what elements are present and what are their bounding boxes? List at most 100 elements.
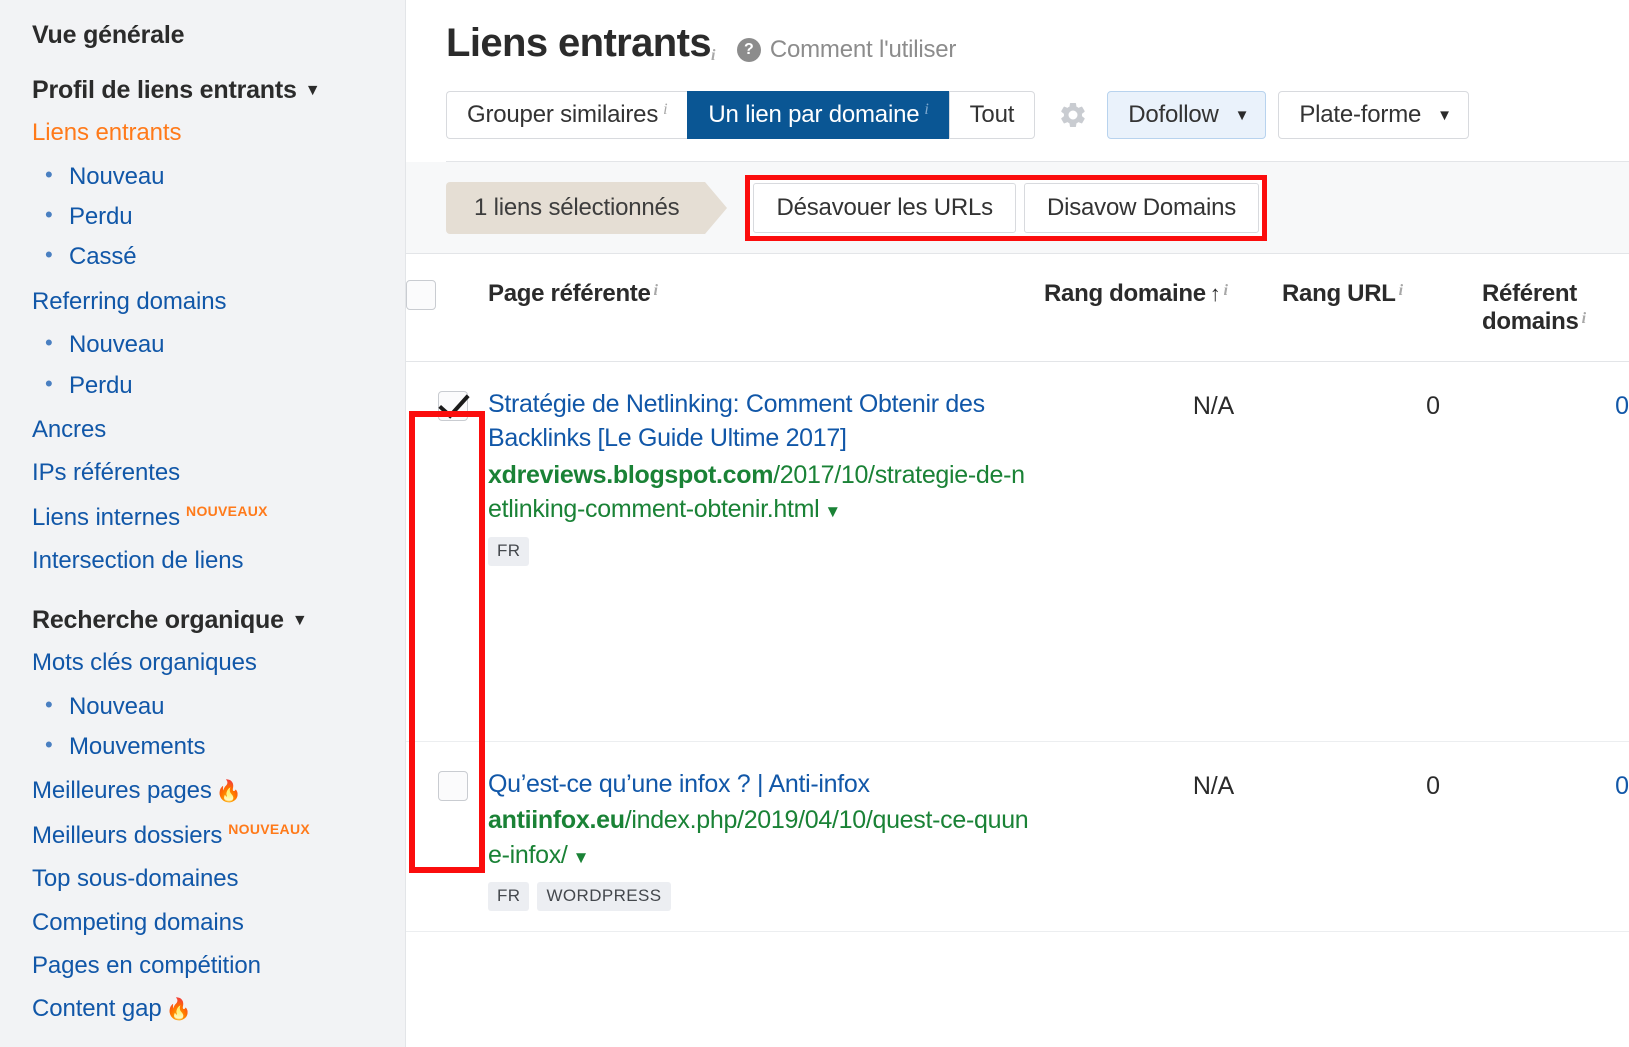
sidebar-item-competing-pages[interactable]: Pages en compétition: [32, 952, 405, 979]
info-icon[interactable]: i: [1223, 282, 1227, 299]
sidebar-badge-new: NOUVEAUX: [186, 502, 268, 519]
sidebar-subitem-label: Perdu: [69, 203, 133, 231]
sidebar-item-content-gap[interactable]: Content gap 🔥: [32, 996, 405, 1022]
referring-page-url[interactable]: xdreviews.blogspot.com/2017/10/strategie…: [488, 458, 1032, 527]
disavow-urls-label: Désavouer les URLs: [776, 193, 993, 221]
col-select-all: [406, 254, 488, 362]
sidebar-item-overview[interactable]: Vue générale: [32, 21, 405, 50]
gear-icon[interactable]: [1057, 99, 1089, 131]
sidebar-item-referring-domains-label: Referring domains: [32, 287, 227, 315]
caret-down-icon: ▼: [291, 611, 308, 629]
sidebar-group-backlink-profile[interactable]: Profil de liens entrants ▼: [32, 76, 405, 105]
info-icon[interactable]: i: [663, 101, 667, 119]
backlinks-table-head: Page référente i Rang domaine ↑ i Rang URL i…: [406, 254, 1629, 362]
sidebar-group-backlink-profile-label: Profil de liens entrants: [32, 75, 297, 104]
row-referring-page-cell: Qu’est-ce qu’une infox ? | Anti-infox an…: [488, 741, 1044, 933]
disavow-domains-button[interactable]: Disavow Domains: [1023, 182, 1260, 233]
row-referring-domains[interactable]: 0: [1482, 741, 1629, 933]
chevron-down-icon: ▼: [1437, 106, 1452, 124]
page-header: Liens entrantsi ? Comment l'utiliser Gro…: [406, 0, 1629, 162]
sidebar-subitem-backlinks-lost[interactable]: Perdu: [45, 203, 405, 231]
sidebar-subitem-label: Perdu: [69, 371, 133, 399]
col-referring-domains-line1: Référent: [1482, 280, 1577, 307]
info-icon[interactable]: i: [654, 282, 658, 299]
tab-group-similar-label: Grouper similaires: [467, 101, 659, 128]
sidebar-item-link-intersect[interactable]: Intersection de liens: [32, 547, 405, 574]
col-referring-page[interactable]: Page référente i: [488, 254, 1044, 362]
disavow-domains-label: Disavow Domains: [1046, 193, 1237, 221]
row-url-rank: 0: [1282, 361, 1482, 742]
selected-count-label: 1 liens sélectionnés: [474, 193, 680, 221]
table-row: Qu’est-ce qu’une infox ? | Anti-infox an…: [406, 741, 1629, 933]
sidebar-group-organic-search[interactable]: Recherche organique ▼: [32, 606, 405, 635]
sidebar-item-backlinks-label: Liens entrants: [32, 119, 182, 147]
sidebar-item-top-pages[interactable]: Meilleures pages 🔥: [32, 778, 405, 804]
how-to-use-link[interactable]: ? Comment l'utiliser: [736, 36, 957, 64]
tab-all[interactable]: Tout: [948, 91, 1036, 139]
chevron-down-icon[interactable]: ▼: [824, 502, 841, 521]
select-all-checkbox[interactable]: [406, 280, 436, 310]
col-referring-page-label: Page référente: [488, 280, 651, 307]
sidebar-item-backlinks[interactable]: Liens entrants: [32, 120, 405, 146]
disavow-urls-button[interactable]: Désavouer les URLs: [753, 182, 1016, 233]
referring-page-title-link[interactable]: Stratégie de Netlinking: Comment Obtenir…: [488, 387, 1032, 456]
sidebar-item-top-subdomains[interactable]: Top sous-domaines: [32, 866, 405, 892]
referring-page-url[interactable]: antiinfox.eu/index.php/2019/04/10/quest-…: [488, 803, 1032, 872]
referring-page-title-link[interactable]: Qu’est-ce qu’une infox ? | Anti-infox: [488, 767, 1032, 802]
toolbar: Grouper similaires i Un lien par domaine i…: [446, 91, 1629, 139]
row-referring-domains[interactable]: 0: [1482, 361, 1629, 742]
sidebar-backlinks-sublist: Nouveau Perdu Cassé: [32, 163, 405, 271]
filter-platform[interactable]: Plate-forme ▼: [1278, 91, 1469, 139]
link-grouping-segmented-control: Grouper similaires i Un lien par domaine i…: [446, 91, 1036, 139]
flame-icon: 🔥: [215, 780, 242, 804]
sidebar-subitem-organic-movements[interactable]: Mouvements: [45, 733, 405, 760]
col-referring-domains[interactable]: Référent domains i: [1482, 254, 1629, 362]
referring-page-domain: antiinfox.eu: [488, 806, 625, 835]
sidebar-subitem-refdomains-new[interactable]: Nouveau: [45, 331, 405, 358]
filter-dofollow[interactable]: Dofollow ▼: [1107, 91, 1267, 139]
page-title: Liens entrantsi: [446, 22, 715, 64]
row-domain-rank: N/A: [1044, 741, 1282, 933]
sidebar-item-competing-domains[interactable]: Competing domains: [32, 909, 405, 936]
chevron-down-icon[interactable]: ▼: [573, 848, 590, 867]
sidebar-item-organic-keywords[interactable]: Mots clés organiques: [32, 650, 405, 676]
tab-group-similar[interactable]: Grouper similaires i: [446, 91, 688, 139]
tag-language: FR: [488, 882, 530, 912]
disavow-actions-highlight: Désavouer les URLs Disavow Domains: [745, 174, 1268, 241]
how-to-use-label: Comment l'utiliser: [769, 36, 957, 63]
caret-down-icon: ▼: [304, 81, 321, 99]
sidebar-subitem-organic-new[interactable]: Nouveau: [45, 693, 405, 720]
tab-one-link-per-domain[interactable]: Un lien par domaine i: [687, 91, 949, 139]
sidebar-item-internal-links[interactable]: Liens internes NOUVEAUX: [32, 502, 405, 531]
tag-platform: WORDPRESS: [537, 882, 671, 912]
col-domain-rank[interactable]: Rang domaine ↑ i: [1044, 254, 1282, 362]
info-icon[interactable]: i: [1399, 282, 1403, 299]
sidebar-item-referring-domains[interactable]: Referring domains: [32, 287, 405, 315]
info-icon[interactable]: i: [924, 101, 928, 119]
row-select-cell: [406, 741, 488, 933]
flame-icon: 🔥: [165, 998, 192, 1022]
row-tags: FR WORDPRESS: [488, 882, 1032, 912]
sidebar-subitem-backlinks-new[interactable]: Nouveau: [45, 163, 405, 190]
sidebar-item-anchors-label: Ancres: [32, 415, 107, 443]
sidebar-subitem-backlinks-broken[interactable]: Cassé: [45, 243, 405, 270]
row-checkbox[interactable]: [438, 770, 468, 801]
sidebar-item-top-pages-label: Meilleures pages: [32, 777, 212, 805]
info-icon[interactable]: i: [1582, 310, 1586, 327]
sidebar-item-best-folders[interactable]: Meilleurs dossiers NOUVEAUX: [32, 821, 405, 849]
page-title-text: Liens entrants: [446, 21, 712, 65]
filter-dofollow-label: Dofollow: [1128, 101, 1219, 128]
row-referring-page-cell: Stratégie de Netlinking: Comment Obtenir…: [488, 361, 1044, 742]
tag-language: FR: [488, 536, 530, 566]
col-url-rank[interactable]: Rang URL i: [1282, 254, 1482, 362]
tab-all-label: Tout: [969, 101, 1015, 128]
sidebar-item-top-subdomains-label: Top sous-domaines: [32, 865, 239, 893]
row-checkbox[interactable]: [438, 390, 468, 421]
backlinks-table: Page référente i Rang domaine ↑ i Rang URL i…: [406, 254, 1629, 933]
sidebar-subitem-refdomains-lost[interactable]: Perdu: [45, 371, 405, 399]
sidebar-item-anchors[interactable]: Ancres: [32, 415, 405, 443]
info-icon[interactable]: i: [711, 47, 715, 64]
sidebar-item-referring-ips[interactable]: IPs référentes: [32, 460, 405, 486]
col-url-rank-label: Rang URL: [1282, 280, 1396, 307]
row-tags: FR: [488, 536, 1032, 566]
